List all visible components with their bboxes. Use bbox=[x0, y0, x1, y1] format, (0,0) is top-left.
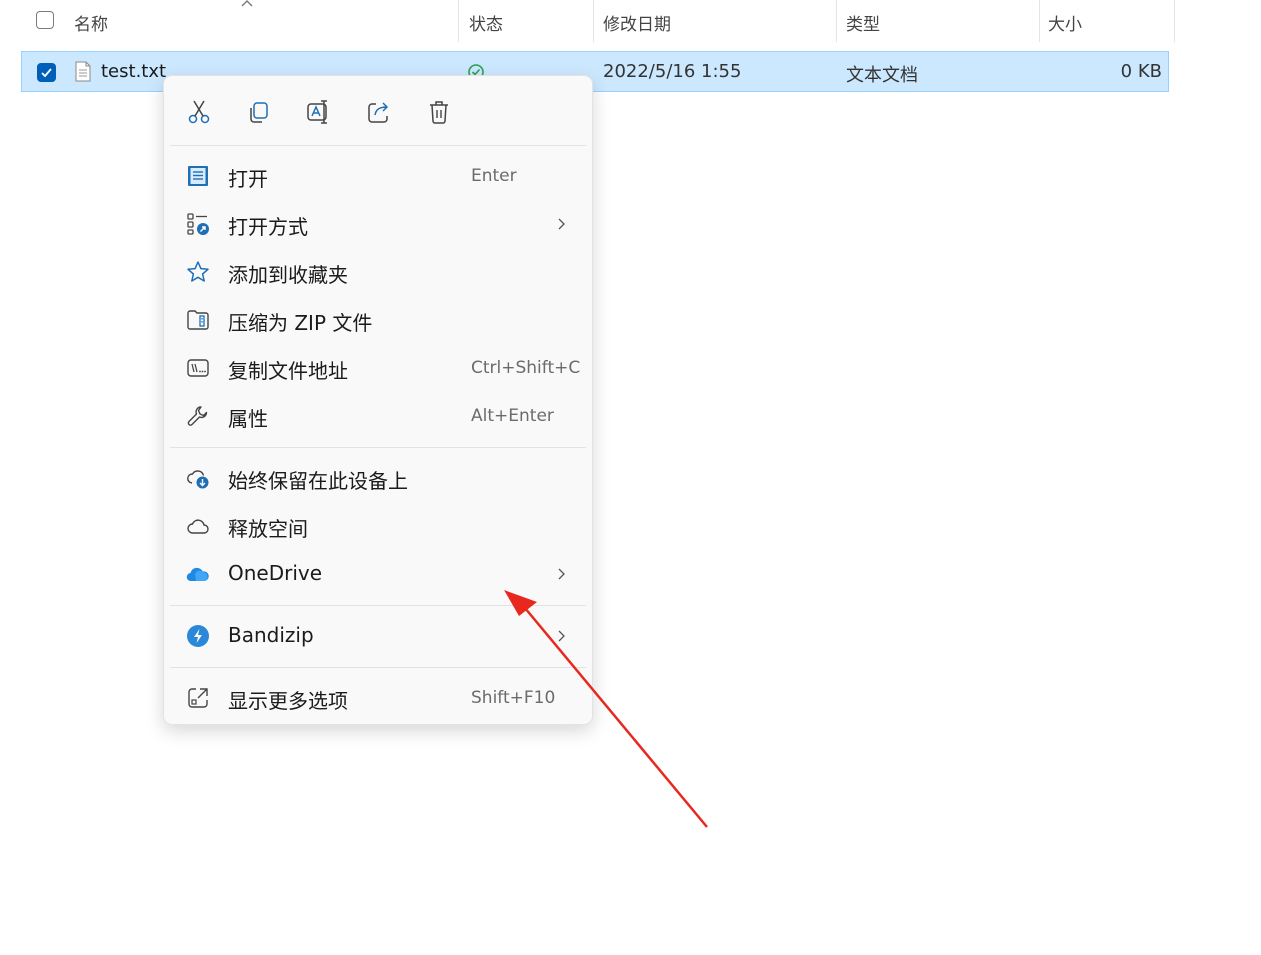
annotation-arrow bbox=[504, 590, 708, 828]
